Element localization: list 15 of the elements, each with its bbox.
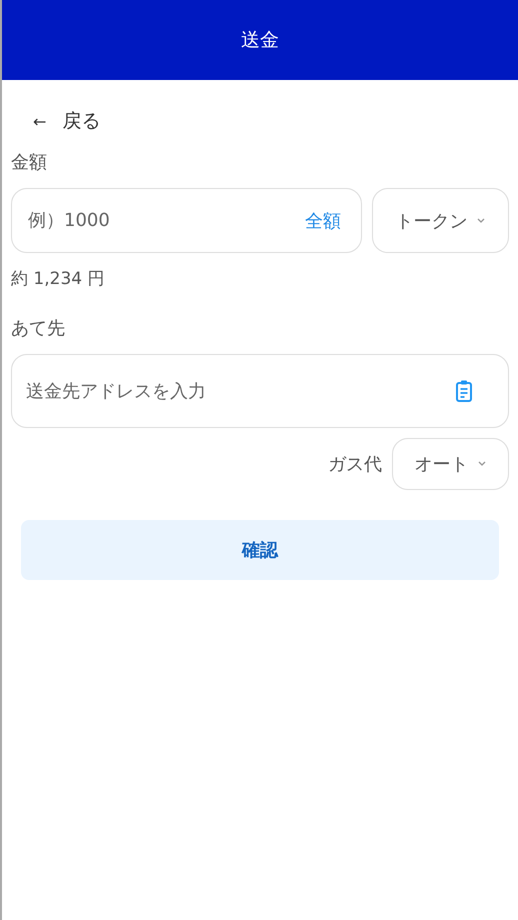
confirm-button[interactable]: 確認 — [21, 520, 499, 580]
gas-fee-select[interactable]: オート — [392, 438, 509, 490]
max-amount-button[interactable]: 全額 — [305, 208, 347, 232]
back-link[interactable]: ← 戻る — [33, 108, 100, 134]
token-select[interactable]: トークン — [372, 188, 509, 253]
gas-fee-label: ガス代 — [328, 453, 382, 476]
address-field[interactable]: 送金先アドレスを入力 — [11, 354, 509, 428]
approx-yen-text: 約 1,234 円 — [11, 268, 104, 290]
chevron-down-icon — [476, 461, 486, 467]
page-title: 送金 — [241, 28, 279, 53]
amount-field[interactable]: 例）1000 全額 — [11, 188, 362, 253]
chevron-down-icon — [476, 218, 486, 224]
recipient-label: あて先 — [11, 317, 65, 340]
clipboard-icon[interactable] — [455, 379, 473, 403]
amount-label: 金額 — [11, 151, 47, 174]
